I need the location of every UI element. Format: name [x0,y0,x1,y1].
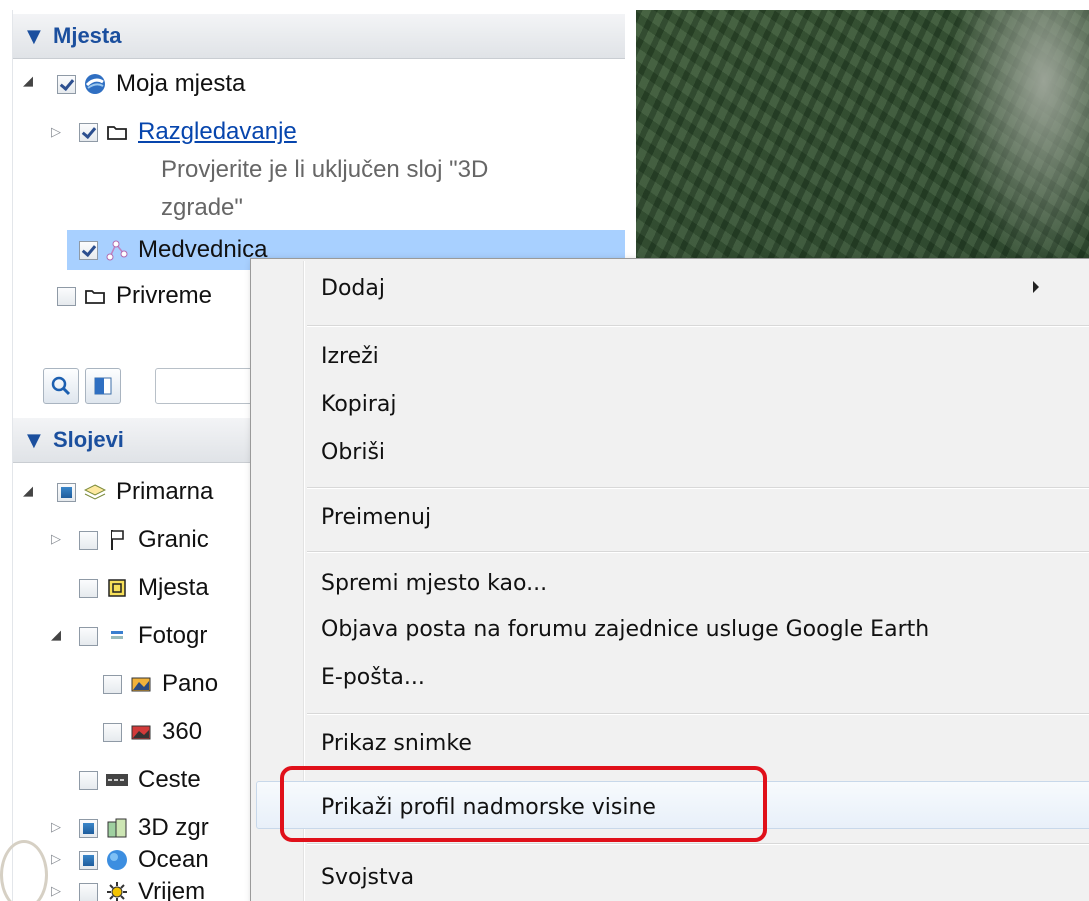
checkbox[interactable] [103,674,122,694]
layer-label: Ceste [138,766,201,793]
menu-item-email[interactable]: E-pošta... [321,665,425,690]
layer-label: Ocean [138,846,209,873]
submenu-arrow-icon [1033,281,1039,293]
checkbox[interactable] [79,122,98,142]
expand-triangle-icon[interactable]: ◢ [21,484,35,499]
highlight-annotation [280,766,767,842]
checkbox[interactable] [57,482,76,502]
layer-label: Primarna [116,478,214,505]
tree-item-label: Medvednica [138,236,268,263]
layer-label: 360 [162,718,203,745]
logo-icon [0,840,48,901]
menu-item-add[interactable]: Dodaj [321,276,385,301]
collapse-icon[interactable]: ▼ [27,26,53,47]
layers-icon [84,481,106,503]
places-header[interactable]: ▼ Mjesta [13,14,625,59]
photo-icon [106,625,128,647]
layer-borders[interactable]: Granic [79,522,209,558]
tree-item-medvednica[interactable]: Medvednica [79,232,267,268]
expand-triangle-icon[interactable]: ▷ [49,125,63,140]
folder-icon [106,121,128,143]
layer-places[interactable]: Mjesta [79,570,209,606]
layer-roads[interactable]: Ceste [79,762,201,798]
path-icon [106,239,128,261]
layer-panoramio[interactable]: Pano [103,666,218,702]
tree-item-label: Moja mjesta [116,70,246,97]
menu-item-cut[interactable]: Izreži [321,344,379,369]
menu-item-snapshot-view[interactable]: Prikaz snimke [321,731,472,756]
expand-triangle-icon[interactable]: ▷ [49,884,63,899]
layer-label: Fotogr [138,622,208,649]
panel-toggle-button[interactable] [85,368,121,404]
search-icon [51,376,71,396]
checkbox[interactable] [79,240,98,260]
checkbox[interactable] [79,578,98,598]
expand-triangle-icon[interactable]: ▷ [49,820,63,835]
expand-triangle-icon[interactable]: ▷ [49,532,63,547]
panel-toggle-icon [94,377,112,395]
expand-triangle-icon[interactable]: ◢ [21,74,35,89]
flag-icon [106,529,128,551]
tree-item-link[interactable]: Razgledavanje [138,118,297,146]
tree-item-label: Privreme [116,282,213,309]
checkbox[interactable] [57,74,76,94]
layer-photos[interactable]: Fotogr [79,618,207,654]
tree-item-my-places[interactable]: Moja mjesta [57,66,245,102]
menu-separator [307,551,1089,553]
checkbox[interactable] [57,286,76,306]
menu-separator [307,325,1089,327]
checkbox[interactable] [79,770,98,790]
checkbox[interactable] [79,818,98,838]
menu-separator [307,843,1089,845]
search-button[interactable] [43,368,79,404]
expand-triangle-icon[interactable]: ▷ [49,852,63,867]
panorama-icon [130,673,152,695]
checkbox[interactable] [79,530,98,550]
tree-item-description: Provjerite je li uključen sloj "3D [161,156,489,183]
menu-item-copy[interactable]: Kopiraj [321,392,397,417]
layer-weather[interactable]: Vrijem [79,874,205,901]
checkbox[interactable] [79,882,98,901]
road-icon [106,769,128,791]
menu-item-properties[interactable]: Svojstva [321,865,414,890]
collapse-icon[interactable]: ▼ [27,430,53,451]
layer-ocean[interactable]: Ocean [79,842,209,878]
place-marker-icon [106,577,128,599]
checkbox[interactable] [79,850,98,870]
layers-title: Slojevi [53,427,124,452]
earth-icon [84,73,106,95]
layer-3d-buildings[interactable]: 3D zgr [79,810,209,846]
places-title: Mjesta [53,23,122,48]
checkbox[interactable] [79,626,98,646]
layer-primary[interactable]: Primarna [57,474,213,510]
checkbox[interactable] [103,722,122,742]
photo-icon [130,721,152,743]
menu-item-delete[interactable]: Obriši [321,440,385,465]
tree-item-description: zgrade" [161,194,243,221]
layer-label: Granic [138,526,209,553]
tree-item-sightseeing[interactable]: Razgledavanje [79,114,297,150]
folder-icon [84,285,106,307]
menu-item-rename[interactable]: Preimenuj [321,505,431,530]
ocean-icon [106,849,128,871]
layer-label: Mjesta [138,574,209,601]
menu-item-save-place-as[interactable]: Spremi mjesto kao... [321,571,547,596]
menu-separator [307,713,1089,715]
layer-label: 3D zgr [138,814,209,841]
layer-label: Vrijem [138,878,206,901]
building-icon [106,817,128,839]
menu-item-post-to-forum[interactable]: Objava posta na forumu zajednice usluge … [321,617,929,642]
expand-triangle-icon[interactable]: ◢ [49,628,63,643]
menu-separator [307,487,1089,489]
layer-label: Pano [162,670,219,697]
weather-icon [106,881,128,901]
tree-item-temporary[interactable]: Privreme [57,278,212,314]
layer-360[interactable]: 360 [103,714,202,750]
